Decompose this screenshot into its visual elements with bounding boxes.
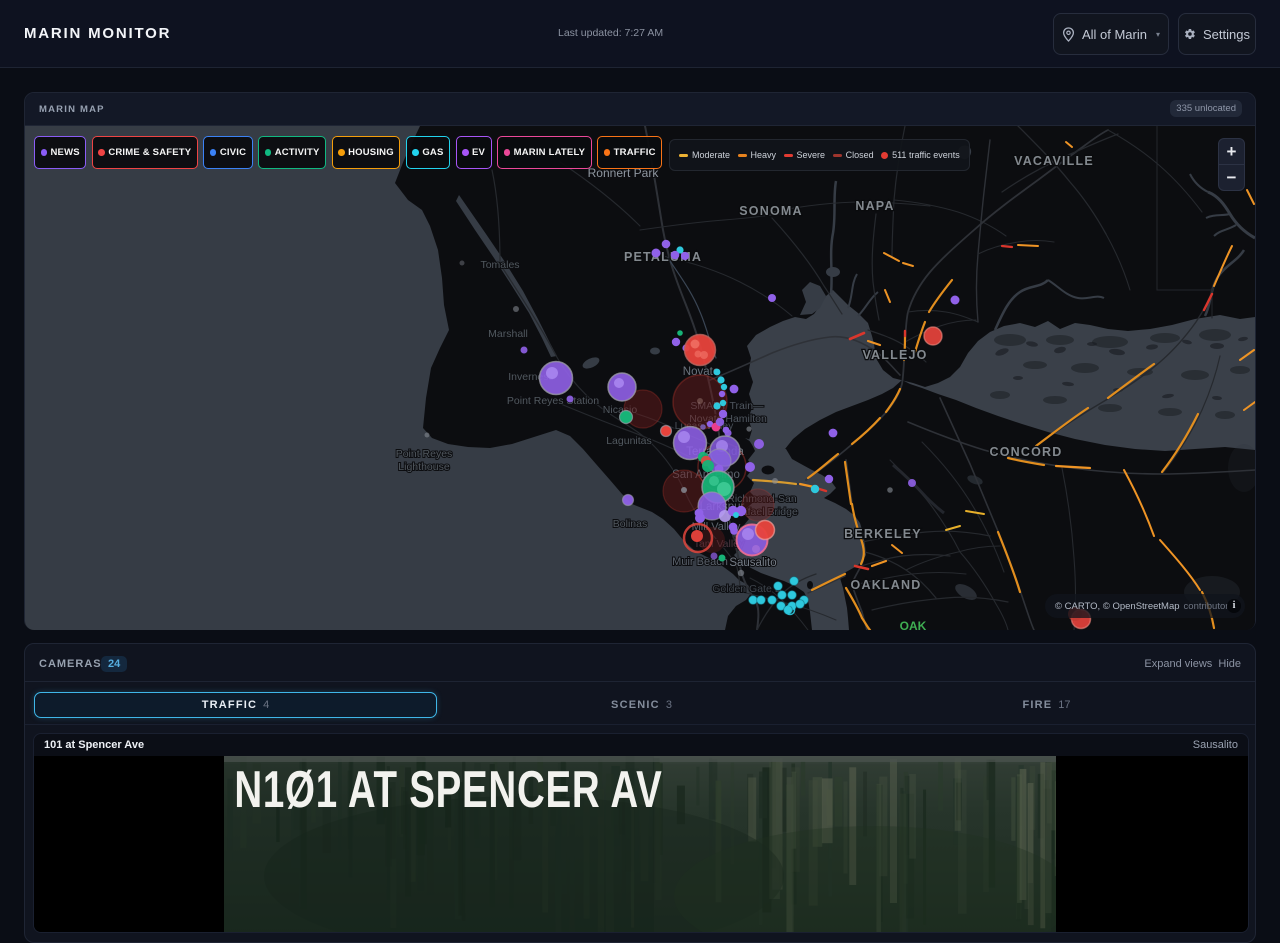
svg-text:Lighthouse: Lighthouse <box>398 461 450 473</box>
svg-text:VACAVILLE: VACAVILLE <box>1014 154 1094 168</box>
svg-text:PETALUMA: PETALUMA <box>624 250 702 264</box>
svg-text:Bolinas: Bolinas <box>613 518 647 530</box>
svg-text:NAPA: NAPA <box>855 199 894 213</box>
svg-text:SONOMA: SONOMA <box>739 204 802 218</box>
svg-text:OAK: OAK <box>900 619 927 630</box>
svg-text:Point Reyes: Point Reyes <box>396 448 453 460</box>
svg-text:Point Reyes Station: Point Reyes Station <box>507 395 599 407</box>
svg-text:Marshall: Marshall <box>488 328 528 340</box>
svg-text:N1Ø1 AT SPENCER AV: N1Ø1 AT SPENCER AV <box>234 761 662 819</box>
svg-text:Tomales: Tomales <box>480 259 519 271</box>
svg-text:OAKLAND: OAKLAND <box>851 578 922 592</box>
svg-text:Lagunitas: Lagunitas <box>606 435 652 447</box>
svg-text:VALLEJO: VALLEJO <box>862 348 927 362</box>
svg-text:Sausalito: Sausalito <box>729 557 776 569</box>
svg-text:Golden Gate B: Golden Gate B <box>712 583 781 595</box>
svg-text:BERKELEY: BERKELEY <box>844 527 922 541</box>
svg-text:CONCORD: CONCORD <box>990 445 1063 459</box>
